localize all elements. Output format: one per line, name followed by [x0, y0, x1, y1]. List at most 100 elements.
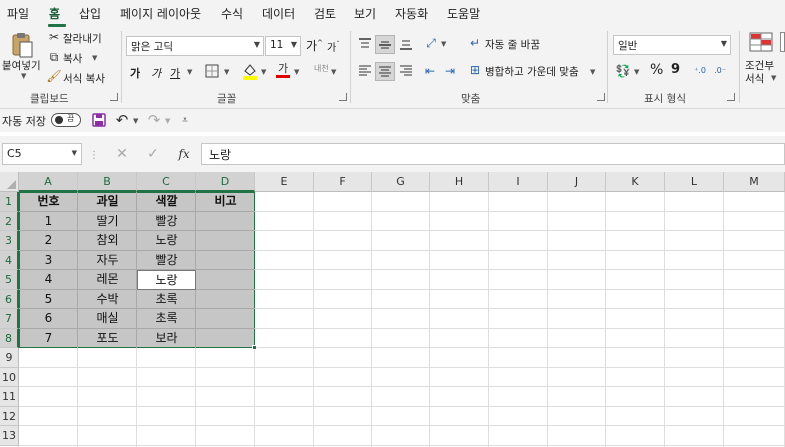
table-cell[interactable]: 2: [19, 231, 78, 251]
underline-dropdown-icon[interactable]: ▼: [187, 68, 192, 76]
column-header-b[interactable]: B: [78, 172, 137, 192]
menu-data[interactable]: 데이터: [262, 5, 295, 22]
row-header-8[interactable]: 8: [0, 328, 19, 348]
column-header-c[interactable]: C: [137, 172, 196, 192]
table-cell[interactable]: [196, 309, 255, 329]
column-header-j[interactable]: J: [548, 172, 606, 192]
alignment-launcher-icon[interactable]: [597, 93, 605, 101]
undo-dropdown-icon[interactable]: ▼: [133, 117, 138, 125]
column-header-l[interactable]: L: [665, 172, 724, 192]
currency-dropdown-icon[interactable]: ▼: [634, 68, 639, 76]
menu-help[interactable]: 도움말: [447, 5, 480, 22]
insert-function-icon[interactable]: fx: [175, 146, 193, 162]
table-cell[interactable]: 초록: [137, 290, 196, 310]
column-header-i[interactable]: I: [489, 172, 548, 192]
column-header-a[interactable]: A: [19, 172, 78, 192]
column-header-g[interactable]: G: [372, 172, 430, 192]
italic-button[interactable]: 가: [151, 65, 161, 81]
table-cell[interactable]: 매실: [78, 309, 137, 329]
table-cell[interactable]: [196, 251, 255, 271]
paste-button[interactable]: 붙여넣기: [2, 58, 41, 73]
row-header-3[interactable]: 3: [0, 231, 19, 251]
redo-icon[interactable]: ↷: [146, 111, 162, 129]
column-header-h[interactable]: H: [430, 172, 489, 192]
font-size-select[interactable]: 11 ▼: [265, 36, 301, 56]
grow-font-button[interactable]: 가^: [306, 37, 323, 54]
menu-view[interactable]: 보기: [354, 5, 376, 22]
row-header-5[interactable]: 5: [0, 270, 19, 290]
table-cell[interactable]: [196, 329, 255, 349]
orientation-dropdown-icon[interactable]: ▼: [441, 40, 446, 48]
active-cell[interactable]: 노랑: [137, 270, 196, 290]
align-bottom-icon[interactable]: [398, 36, 414, 52]
customize-qat-icon[interactable]: ⩡: [178, 112, 192, 128]
row-header-11[interactable]: 11: [0, 387, 19, 407]
font-launcher-icon[interactable]: [339, 93, 347, 101]
phonetic-dropdown-icon[interactable]: ▼: [331, 68, 336, 76]
column-header-m[interactable]: M: [724, 172, 785, 192]
row-header-6[interactable]: 6: [0, 289, 19, 309]
increase-decimal-icon[interactable]: ⁺.0: [691, 62, 709, 78]
conditional-dropdown-icon[interactable]: ▼: [771, 74, 776, 82]
fill-color-icon[interactable]: [242, 62, 258, 80]
number-format-select[interactable]: 일반 ▼: [613, 35, 731, 55]
cut-button[interactable]: 잘라내기: [63, 31, 102, 46]
table-cell[interactable]: 5: [19, 290, 78, 310]
row-header-10[interactable]: 10: [0, 367, 19, 387]
table-cell[interactable]: 포도: [78, 329, 137, 349]
table-cell[interactable]: 딸기: [78, 212, 137, 232]
borders-icon[interactable]: [204, 63, 220, 79]
format-as-table-icon[interactable]: [780, 32, 785, 52]
cancel-entry-icon[interactable]: ✕: [114, 146, 130, 162]
confirm-entry-icon[interactable]: ✓: [145, 146, 161, 162]
format-painter-button[interactable]: 서식 복사: [63, 71, 105, 86]
menu-home[interactable]: 홈: [49, 5, 60, 22]
align-middle-icon[interactable]: [375, 35, 395, 54]
row-header-12[interactable]: 12: [0, 406, 19, 426]
table-header-cell[interactable]: 비고: [196, 192, 255, 212]
table-cell[interactable]: 노랑: [137, 231, 196, 251]
table-cell[interactable]: 6: [19, 309, 78, 329]
save-icon[interactable]: [91, 112, 107, 128]
table-cell[interactable]: 빨강: [137, 251, 196, 271]
font-color-dropdown-icon[interactable]: ▼: [294, 68, 299, 76]
redo-dropdown-icon[interactable]: ▼: [165, 117, 170, 125]
table-cell[interactable]: 빨강: [137, 212, 196, 232]
table-header-cell[interactable]: 과일: [78, 192, 137, 212]
number-launcher-icon[interactable]: [727, 93, 735, 101]
row-header-7[interactable]: 7: [0, 309, 19, 329]
menu-automate[interactable]: 자동화: [395, 5, 428, 22]
table-cell[interactable]: 4: [19, 270, 78, 290]
fill-color-dropdown-icon[interactable]: ▼: [261, 68, 266, 76]
table-cell[interactable]: 7: [19, 329, 78, 349]
menu-insert[interactable]: 삽입: [79, 5, 101, 22]
table-cell[interactable]: 수박: [78, 290, 137, 310]
table-cell[interactable]: 초록: [137, 309, 196, 329]
column-header-d[interactable]: D: [196, 172, 255, 192]
comma-style-button[interactable]: 9: [671, 62, 680, 77]
fill-handle[interactable]: [252, 345, 257, 350]
worksheet-grid[interactable]: A B C D E F G H I J K L M 1 2 3 4 5 6 7 8 9 10 11 12 13 번호 과일 색깔 비고 1 딸…: [0, 172, 785, 447]
copy-dropdown-icon[interactable]: ▼: [92, 54, 97, 62]
row-header-4[interactable]: 4: [0, 250, 19, 270]
table-header-cell[interactable]: 번호: [19, 192, 78, 212]
table-cell[interactable]: 자두: [78, 251, 137, 271]
merge-center-button[interactable]: 병합하고 가운데 맞춤: [485, 64, 579, 79]
table-header-cell[interactable]: 색깔: [137, 192, 196, 212]
align-left-icon[interactable]: [357, 63, 373, 79]
column-header-f[interactable]: F: [314, 172, 372, 192]
currency-format-icon[interactable]: 💱: [615, 63, 631, 79]
menu-review[interactable]: 검토: [314, 5, 336, 22]
menu-formulas[interactable]: 수식: [221, 5, 243, 22]
table-cell[interactable]: 참외: [78, 231, 137, 251]
formula-input[interactable]: 노랑: [201, 143, 785, 165]
align-center-icon[interactable]: [375, 62, 395, 81]
row-header-2[interactable]: 2: [0, 211, 19, 231]
autosave-toggle[interactable]: 끔: [51, 113, 81, 127]
row-header-9[interactable]: 9: [0, 348, 19, 368]
select-all-corner[interactable]: [0, 172, 19, 192]
column-header-k[interactable]: K: [606, 172, 665, 192]
borders-dropdown-icon[interactable]: ▼: [224, 68, 229, 76]
percent-style-button[interactable]: %: [650, 62, 663, 78]
name-box[interactable]: C5 ▼: [2, 143, 82, 165]
